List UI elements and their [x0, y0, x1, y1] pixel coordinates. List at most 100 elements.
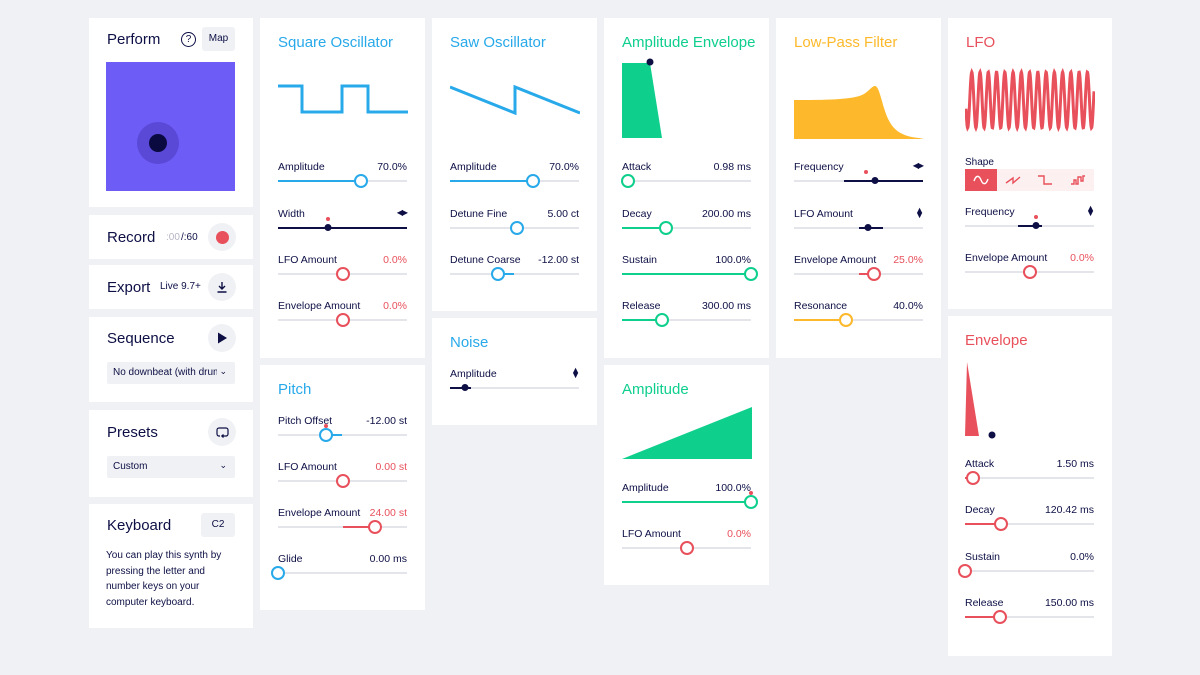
env-release-slider[interactable]: Release 150.00 ms [965, 597, 1094, 627]
presets-select[interactable]: Custom ⌄ [107, 456, 235, 478]
slider-value: 100.0% [715, 482, 751, 494]
slider-knob[interactable] [871, 177, 879, 184]
filter-lfo-amount-slider[interactable]: LFO Amount ▲ ▼ [794, 206, 924, 238]
square-envelope-amount-slider[interactable]: Envelope Amount 0.0% [278, 300, 407, 330]
glide-slider[interactable]: Glide 0.00 ms [271, 553, 407, 583]
slider-knob[interactable] [271, 566, 285, 580]
square-amplitude-slider[interactable]: Amplitude 70.0% [278, 161, 407, 191]
square-lfo-amount-slider[interactable]: LFO Amount 0.0% [278, 254, 407, 284]
slider-knob[interactable] [353, 174, 368, 188]
slider-track [622, 180, 751, 182]
slider-knob[interactable] [367, 520, 382, 534]
pitch-offset-slider[interactable]: Pitch Offset -12.00 st [278, 415, 407, 445]
slider-knob[interactable] [1032, 222, 1040, 229]
slider-knob[interactable] [318, 428, 333, 442]
slider-knob[interactable] [335, 313, 350, 327]
lfo-panel: LFO Shape Frequency ▲ ▼ Envelope Amount 0… [948, 18, 1112, 309]
slider-knob[interactable] [658, 221, 673, 235]
record-button[interactable] [208, 223, 236, 251]
slider-fill [278, 227, 407, 229]
slider-knob[interactable] [958, 564, 972, 578]
slider-label: Envelope Amount [278, 507, 361, 519]
resonance-slider[interactable]: Resonance 40.0% [794, 300, 923, 330]
amplitude-lfo-amount-slider[interactable]: LFO Amount 0.0% [622, 528, 751, 558]
amplitude-slider[interactable]: Amplitude 100.0% [622, 482, 758, 512]
play-button[interactable] [208, 324, 236, 352]
slider-knob[interactable] [965, 471, 980, 485]
sequence-title: Sequence [107, 330, 175, 347]
slider-label: Envelope Amount [965, 252, 1048, 264]
detune-fine-slider[interactable]: Detune Fine 5.00 ct [450, 208, 579, 238]
slider-label: Attack [965, 458, 995, 470]
slider-value: 120.42 ms [1044, 504, 1094, 516]
slider-knob[interactable] [1022, 265, 1037, 279]
presets-select-value: Custom [113, 461, 148, 472]
xy-pad[interactable] [106, 62, 235, 191]
slider-value: 24.00 st [369, 507, 407, 519]
saw-oscillator-panel: Saw Oscillator Amplitude 70.0% Detune Fi… [432, 18, 597, 311]
slider-knob[interactable] [992, 610, 1007, 624]
pitch-envelope-amount-slider[interactable]: Envelope Amount 24.00 st [278, 507, 407, 537]
help-icon[interactable]: ? [181, 32, 196, 47]
lfo-frequency-slider[interactable]: Frequency ▲ ▼ [965, 204, 1095, 236]
map-button[interactable]: Map [202, 27, 235, 51]
keyboard-title: Keyboard [107, 517, 172, 534]
reset-preset-button[interactable] [208, 418, 236, 446]
slider-knob[interactable] [510, 221, 525, 235]
amp-release-slider[interactable]: Release 300.00 ms [622, 300, 751, 330]
slider-knob[interactable] [744, 267, 758, 281]
slider-knob[interactable] [866, 267, 881, 281]
amp-attack-slider[interactable]: Attack 0.98 ms [621, 161, 751, 191]
pitch-lfo-amount-slider[interactable]: LFO Amount 0.00 st [278, 461, 407, 491]
slider-knob[interactable] [525, 174, 540, 188]
slider-knob[interactable] [679, 541, 694, 555]
amp-decay-slider[interactable]: Decay 200.00 ms [622, 208, 751, 238]
random-wave-icon [1070, 175, 1085, 185]
shape-sine-button[interactable] [965, 169, 997, 191]
slider-label: LFO Amount [278, 461, 337, 473]
slider-knob[interactable] [744, 495, 758, 509]
env-decay-slider[interactable]: Decay 120.42 ms [965, 504, 1094, 534]
slider-knob[interactable] [621, 174, 636, 188]
detune-coarse-slider[interactable]: Detune Coarse -12.00 st [450, 254, 579, 284]
noise-amplitude-slider[interactable]: Amplitude ▲ ▼ [450, 366, 580, 398]
lfo-wave-path [965, 68, 1095, 132]
saw-amplitude-slider[interactable]: Amplitude 70.0% [450, 161, 579, 191]
amp-sustain-slider[interactable]: Sustain 100.0% [622, 254, 758, 284]
modulation-indicator [864, 170, 869, 174]
filter-title: Low-Pass Filter [794, 34, 898, 51]
shape-random-button[interactable] [1061, 169, 1094, 191]
env-attack-slider[interactable]: Attack 1.50 ms [965, 458, 1094, 488]
shape-square-button[interactable] [1029, 169, 1061, 191]
export-button[interactable] [208, 273, 236, 301]
lfo-envelope-amount-slider[interactable]: Envelope Amount 0.0% [965, 252, 1094, 282]
slider-track [278, 572, 407, 574]
slider-label: Release [965, 597, 1004, 609]
slider-knob[interactable] [335, 474, 350, 488]
filter-frequency-slider[interactable]: Frequency ◀▶ [794, 161, 924, 191]
slider-label: Width [278, 208, 305, 220]
env-sustain-slider[interactable]: Sustain 0.0% [958, 551, 1094, 581]
slider-knob[interactable] [864, 224, 872, 231]
slider-label: Envelope Amount [278, 300, 361, 312]
xy-pad-handle[interactable] [149, 134, 167, 152]
keyboard-description: You can play this synth by pressing the … [106, 550, 222, 608]
slider-knob[interactable] [490, 267, 505, 281]
play-icon [218, 332, 227, 344]
sequence-select[interactable]: No downbeat (with drums) ⌄ [107, 362, 235, 384]
slider-knob[interactable] [838, 313, 853, 327]
slider-value: 5.00 ct [547, 208, 579, 220]
lfo-shape-selector[interactable] [965, 169, 1094, 191]
slider-knob[interactable] [654, 313, 669, 327]
shape-label: Shape [965, 157, 994, 168]
slider-knob[interactable] [994, 517, 1009, 531]
shape-saw-button[interactable] [997, 169, 1029, 191]
slider-knob[interactable] [335, 267, 350, 281]
octave-button[interactable]: C2 [201, 513, 235, 537]
filter-envelope-amount-slider[interactable]: Envelope Amount 25.0% [794, 254, 923, 284]
slider-knob[interactable] [324, 224, 332, 231]
slider-value: 0.0% [383, 300, 407, 312]
square-osc-title: Square Oscillator [278, 34, 394, 51]
slider-knob[interactable] [461, 384, 469, 391]
square-width-slider[interactable]: Width ◀▶ [278, 208, 408, 238]
